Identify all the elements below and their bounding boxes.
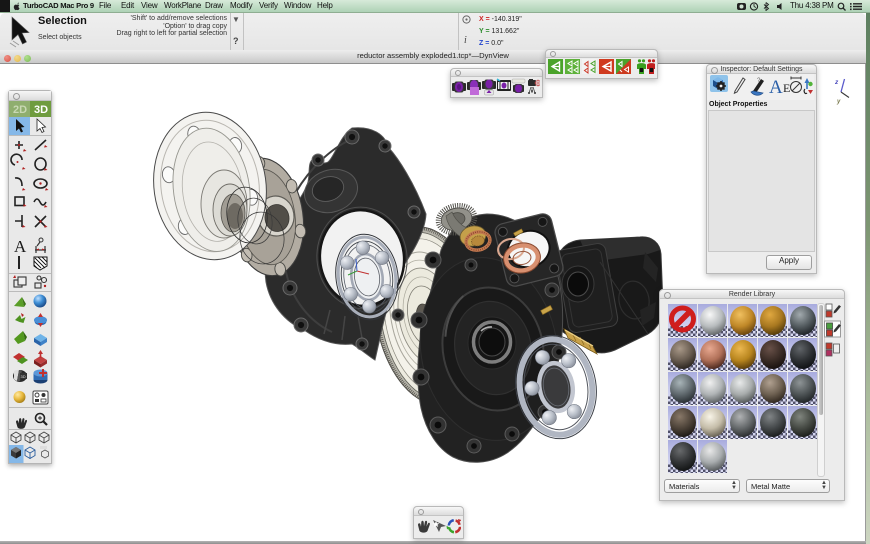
svg-text:A: A [14,237,27,256]
svg-text:y: y [836,99,841,105]
svg-text:z: z [834,79,839,86]
svg-text:3D: 3D [21,374,26,379]
svg-text:A: A [769,77,783,98]
svg-text:2D: 2D [13,104,27,116]
svg-text:E: E [783,81,790,95]
svg-text:3D: 3D [34,104,48,116]
